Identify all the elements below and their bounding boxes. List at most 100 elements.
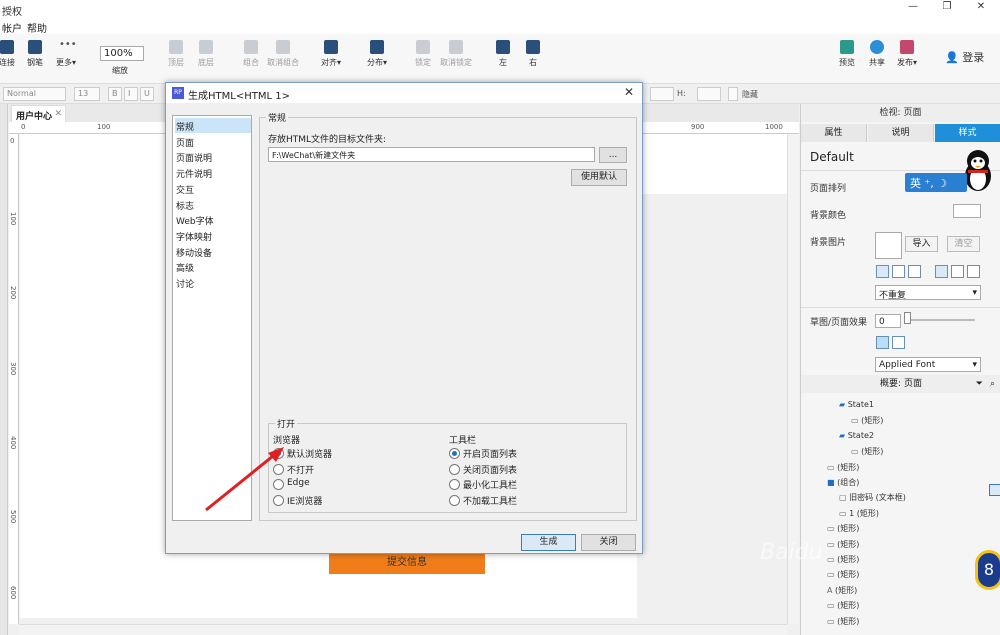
outline-item[interactable]: ▭ (矩形) xyxy=(827,462,859,473)
align-bottom-icon[interactable] xyxy=(967,265,980,278)
font-select[interactable]: Applied Font ▾ xyxy=(875,357,981,372)
color-mode-icon[interactable] xyxy=(876,336,889,349)
outline-item[interactable]: ■ (组合) xyxy=(827,477,859,488)
align-button[interactable]: 对齐▾ xyxy=(312,40,350,68)
w-field[interactable] xyxy=(650,87,674,101)
pen-icon xyxy=(28,40,42,54)
use-default-button[interactable]: 使用默认 xyxy=(571,169,627,186)
outline-item[interactable]: ▭ (矩形) xyxy=(827,600,859,611)
restore-button[interactable]: ❐ xyxy=(940,1,954,15)
tab-style[interactable]: 样式 xyxy=(935,124,1000,142)
menu-help[interactable]: 帮助 xyxy=(27,20,47,35)
send-back-button[interactable]: 底层 xyxy=(187,40,225,68)
outline-item-label: (矩形) xyxy=(835,585,858,595)
ruler-tick: 100 xyxy=(9,212,17,226)
italic-button[interactable]: I xyxy=(124,87,138,101)
nav-item[interactable]: 交互 xyxy=(175,181,251,196)
login-button[interactable]: 👤 登录 xyxy=(945,49,984,65)
nav-item[interactable]: 讨论 xyxy=(175,275,251,290)
align-top-icon[interactable] xyxy=(935,265,948,278)
tab-user-center[interactable]: 用户中心 ✕ xyxy=(11,105,66,122)
close-button[interactable]: ✕ xyxy=(974,1,988,15)
nav-item[interactable]: Web字体 xyxy=(175,212,251,227)
outline-item[interactable]: ▰ State1 xyxy=(839,400,874,409)
import-button[interactable]: 导入 xyxy=(905,236,938,252)
unlock-icon xyxy=(449,40,463,54)
nav-item[interactable]: 移动设备 xyxy=(175,244,251,259)
more-button[interactable]: ••• 更多▾ xyxy=(47,40,85,68)
inspector-title: 检视: 页面 xyxy=(801,104,1000,122)
tab-notes[interactable]: 说明 xyxy=(868,124,934,142)
outline-item[interactable]: ▭ (矩形) xyxy=(827,539,859,550)
zoom-select[interactable]: 100% xyxy=(100,46,144,61)
outline-item[interactable]: ▭ (矩形) xyxy=(851,446,883,457)
dialog-close-icon[interactable]: ✕ xyxy=(624,85,634,99)
grayscale-mode-icon[interactable] xyxy=(892,336,905,349)
outline-item-label: 旧密码 (文本框) xyxy=(849,493,906,503)
bg-color-label: 背景颜色 xyxy=(810,211,847,221)
rect-icon: ▭ xyxy=(839,508,850,518)
nav-item[interactable]: 标志 xyxy=(175,197,251,212)
design-canvas-area[interactable] xyxy=(637,134,787,194)
toolbar-radio[interactable]: 最小化工具栏 xyxy=(449,478,517,491)
slider-handle[interactable] xyxy=(904,312,911,324)
align-right-icon[interactable] xyxy=(908,265,921,278)
ungroup-button[interactable]: 取消组合 xyxy=(264,40,302,68)
h-field[interactable] xyxy=(697,87,721,101)
underline-button[interactable]: U xyxy=(140,87,154,101)
toolbar-radio[interactable]: 关闭页面列表 xyxy=(449,463,517,476)
publish-button[interactable]: 发布▾ xyxy=(888,40,926,68)
folder-path-input[interactable]: F:\WeChat\新建文件夹 xyxy=(268,147,595,162)
clear-button[interactable]: 清空 xyxy=(947,236,980,252)
align-middle-icon[interactable] xyxy=(951,265,964,278)
style-select[interactable]: Normal xyxy=(3,87,66,101)
align-left-icon[interactable] xyxy=(876,265,889,278)
page-align-label: 页面排列 xyxy=(810,184,847,194)
nav-item[interactable]: 元件说明 xyxy=(175,165,251,180)
outline-item[interactable]: ▭ 1 (矩形) xyxy=(839,508,879,519)
toolbar-radio[interactable]: 开启页面列表 xyxy=(449,447,517,460)
font-size-select[interactable]: 13 xyxy=(74,87,100,101)
state-icon: ▰ xyxy=(839,430,848,440)
bg-image-label: 背景图片 xyxy=(810,238,847,248)
tab-close-icon[interactable]: ✕ xyxy=(54,109,62,119)
nav-item[interactable]: 页面说明 xyxy=(175,149,251,164)
toolbar-radio[interactable]: 不加载工具栏 xyxy=(449,494,517,507)
outline-item[interactable]: A (矩形) xyxy=(827,585,857,596)
bg-color-picker[interactable] xyxy=(953,204,981,218)
right-button[interactable]: 右 xyxy=(514,40,552,68)
minimize-button[interactable]: — xyxy=(906,1,920,15)
sketch-slider[interactable] xyxy=(905,319,975,321)
outline-item[interactable]: ▭ (矩形) xyxy=(827,569,859,580)
outline-item[interactable]: ▢ 旧密码 (文本框) xyxy=(839,492,906,503)
nav-item[interactable]: 字体映射 xyxy=(175,228,251,243)
sketch-field[interactable]: 0 xyxy=(875,314,901,328)
outline-item[interactable]: ▰ State2 xyxy=(839,431,874,440)
align-center-icon[interactable] xyxy=(892,265,905,278)
bold-button[interactable]: B xyxy=(108,87,122,101)
submit-info-button[interactable]: 提交信息 xyxy=(329,552,485,574)
outline-item[interactable]: ▭ (矩形) xyxy=(827,616,859,627)
search-icon[interactable]: ⌕ xyxy=(990,375,995,393)
ime-indicator[interactable]: 英 ⁺, ☽ xyxy=(905,173,967,192)
generate-button[interactable]: 生成 xyxy=(521,534,576,551)
tab-properties[interactable]: 属性 xyxy=(801,124,867,142)
distribute-button[interactable]: 分布▾ xyxy=(358,40,396,68)
floating-badge[interactable]: 8 xyxy=(975,550,1000,590)
repeat-select[interactable]: 不重复 ▾ xyxy=(875,285,981,301)
menu-account[interactable]: 帐户 xyxy=(2,20,22,35)
nav-item[interactable]: 页面 xyxy=(175,134,251,149)
outline-item[interactable]: ▭ (矩形) xyxy=(827,554,859,565)
canvas-horizontal-scrollbar[interactable] xyxy=(19,624,787,635)
nav-item[interactable]: 高级 xyxy=(175,259,251,274)
visibility-toggle[interactable] xyxy=(989,484,1000,496)
browse-button[interactable]: ... xyxy=(599,147,627,163)
outline-item[interactable]: ▭ (矩形) xyxy=(851,415,883,426)
unlock-button[interactable]: 取消锁定 xyxy=(437,40,475,68)
hidden-checkbox[interactable] xyxy=(728,87,738,101)
nav-item[interactable]: 常规 xyxy=(175,118,251,133)
ruler-tick: 600 xyxy=(9,586,17,600)
dialog-close-button[interactable]: 关闭 xyxy=(581,534,636,551)
filter-icon[interactable]: ⏷ xyxy=(976,375,983,393)
outline-item[interactable]: ▭ (矩形) xyxy=(827,523,859,534)
